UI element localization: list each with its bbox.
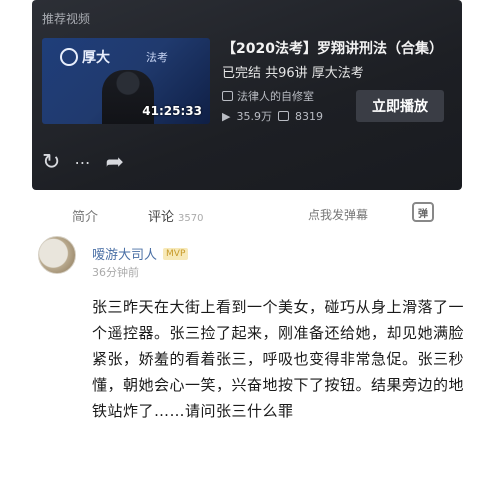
thumbnail-logo-text-secondary: 法考 (146, 51, 168, 64)
user-badge: MVP (163, 247, 189, 260)
channel-row[interactable]: 法律人的自修室 (222, 88, 314, 104)
refresh-icon[interactable]: ↻ (42, 152, 60, 174)
comment-username[interactable]: 嗳游大司人 (92, 244, 157, 263)
channel-icon (222, 91, 233, 101)
video-stats: ▶ 35.9万 8319 (222, 108, 323, 124)
video-thumbnail[interactable]: 厚大 法考 41:25:33 (42, 38, 210, 124)
share-icon[interactable]: ➦ (105, 152, 123, 174)
views-icon: ▶ (222, 109, 231, 123)
recommended-video-card[interactable]: 推荐视频 厚大 法考 41:25:33 【2020法考】罗翔讲刑法（合集） 已完… (32, 0, 462, 190)
comment-username-row: 嗳游大司人 MVP (92, 244, 189, 263)
danmaku-icon[interactable]: 弹 (412, 202, 434, 222)
section-label: 推荐视频 (42, 12, 91, 26)
tab-comments-label: 评论 (148, 210, 175, 225)
video-duration: 41:25:33 (142, 104, 202, 118)
tab-comments[interactable]: 评论 3570 (148, 206, 203, 225)
video-title[interactable]: 【2020法考】罗翔讲刑法（合集） (222, 38, 443, 58)
play-now-button[interactable]: 立即播放 (356, 90, 444, 122)
comments-count: 8319 (294, 109, 323, 123)
tab-intro[interactable]: 简介 (72, 206, 98, 225)
channel-name: 法律人的自修室 (237, 90, 314, 103)
comments-icon (277, 111, 289, 121)
avatar[interactable] (38, 236, 76, 274)
tab-comments-count: 3570 (178, 213, 204, 224)
comment-time: 36分钟前 (92, 266, 139, 279)
more-icon[interactable]: ⋯ (74, 155, 91, 171)
video-subtitle: 已完结 共96讲 厚大法考 (222, 66, 364, 81)
comment-text: 张三昨天在大街上看到一个美女，碰巧从身上滑落了一个遥控器。张三捡了起来，刚准备还… (92, 298, 465, 420)
views-count: 35.9万 (236, 110, 272, 123)
tab-bar: 简介 评论 3570 点我发弹幕 弹 (32, 200, 462, 228)
danmaku-input[interactable]: 点我发弹幕 (308, 206, 368, 223)
thumbnail-logo-text: 厚大 (82, 50, 110, 66)
card-actions: ↻ ⋯ ➦ (42, 152, 124, 174)
brand-logo-icon (60, 48, 78, 66)
